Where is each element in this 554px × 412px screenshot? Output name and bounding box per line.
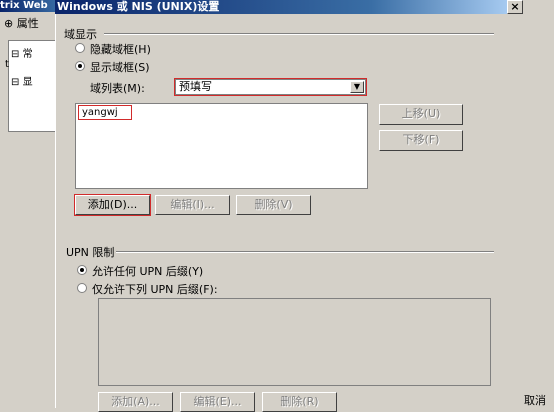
background-tree: ⊟ 常 t ⊟ 显 [5,40,57,132]
move-up-button[interactable]: 上移(U) [379,104,463,125]
upn-group-label: UPN 限制 [66,246,115,259]
group-divider [104,33,494,35]
domain-display-group-label: 域显示 [64,28,97,41]
domain-list-value: 预填写 [179,80,212,93]
group-divider [116,251,494,253]
edit-domain-button[interactable]: 编辑(I)... [155,195,230,215]
close-icon[interactable]: × [507,0,523,14]
add-domain-button[interactable]: 添加(D)... [74,194,151,216]
properties-tab-label: 属性 [16,17,39,30]
domain-list-label: 域列表(M): [90,82,145,95]
cancel-button-partial[interactable]: 取消 [524,392,546,408]
add-upn-button[interactable]: 添加(A)... [98,392,173,412]
hide-domain-radio[interactable] [75,43,85,53]
move-down-button[interactable]: 下移(F) [379,130,463,151]
dialog-title: Windows 或 NIS (UNIX)设置 [55,0,507,14]
domain-list-item[interactable]: yangwj [78,105,132,120]
delete-domain-button[interactable]: 删除(V) [236,195,311,215]
allow-only-upn-label: 仅允许下列 UPN 后缀(F): [92,283,218,296]
upn-suffix-listbox[interactable] [98,298,491,386]
show-domain-radio[interactable] [75,61,85,71]
domain-listbox[interactable]: yangwj [75,103,368,189]
edit-upn-button[interactable]: 编辑(E)... [180,392,255,412]
background-properties-tab[interactable]: ⊕ 属性 [0,16,39,32]
delete-upn-button[interactable]: 删除(R) [262,392,337,412]
background-right-edge [524,0,554,408]
tree-node[interactable]: ⊟ 常 [11,45,33,60]
allow-only-upn-radio[interactable] [77,283,87,293]
allow-any-upn-label: 允许任何 UPN 后缀(Y) [92,265,204,278]
tree-node[interactable]: ⊟ 显 [11,73,33,88]
allow-any-upn-radio[interactable] [77,265,87,275]
hide-domain-label: 隐藏域框(H) [90,43,151,56]
properties-icon: ⊕ [4,17,14,30]
chevron-down-icon[interactable]: ▼ [350,81,364,93]
show-domain-label: 显示域框(S) [90,61,150,74]
background-window-title: trix Web [0,0,60,12]
domain-list-combo[interactable]: 预填写 ▼ [174,78,367,96]
tree-node: t [5,59,9,70]
